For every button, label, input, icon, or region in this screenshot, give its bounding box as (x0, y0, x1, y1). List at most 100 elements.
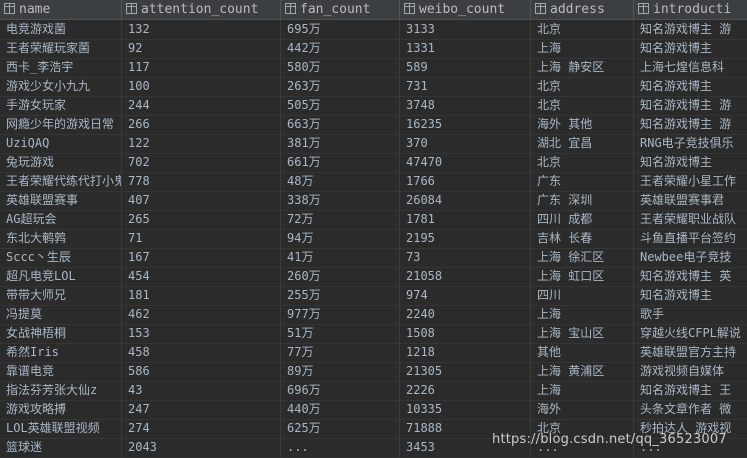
table-cell[interactable]: 英雄联盟赛事君 (634, 191, 747, 210)
table-cell[interactable]: 靠谱电竞 (0, 362, 122, 381)
table-cell[interactable]: 43 (122, 381, 281, 400)
table-cell[interactable]: 四川 (531, 286, 634, 305)
table-cell[interactable]: 586 (122, 362, 281, 381)
table-cell[interactable]: 1781 (400, 210, 531, 229)
table-cell[interactable]: 407 (122, 191, 281, 210)
table-cell[interactable]: 1766 (400, 172, 531, 191)
table-row[interactable]: 网瘾少年的游戏日常 266 663万 16235 海外 其他 知名游戏博主 游 (0, 115, 747, 135)
table-cell[interactable]: 977万 (281, 305, 400, 324)
table-cell[interactable]: 41万 (281, 248, 400, 267)
table-cell[interactable]: 游戏少女小九九 (0, 77, 122, 96)
table-cell[interactable]: 1508 (400, 324, 531, 343)
table-cell[interactable]: 255万 (281, 286, 400, 305)
table-row[interactable]: AG超玩会 265 72万 1781 四川 成都 王者荣耀职业战队 (0, 210, 747, 230)
table-cell[interactable]: 篮球迷 (0, 438, 122, 457)
table-cell[interactable]: 381万 (281, 134, 400, 153)
table-cell[interactable]: 580万 (281, 58, 400, 77)
table-cell[interactable]: 上海 宝山区 (531, 324, 634, 343)
table-row[interactable]: 女战神梧桐 153 51万 1508 上海 宝山区 穿越火线CFPL解说 (0, 324, 747, 344)
table-cell[interactable]: 153 (122, 324, 281, 343)
table-cell[interactable]: 10335 (400, 400, 531, 419)
table-row[interactable]: 英雄联盟赛事 407 338万 26084 广东 深圳 英雄联盟赛事君 (0, 191, 747, 211)
table-cell[interactable]: 王者荣耀代练代打小鬼 (0, 172, 122, 191)
table-cell[interactable]: 带带大师兄 (0, 286, 122, 305)
table-cell[interactable]: 72万 (281, 210, 400, 229)
table-row[interactable]: Sccc丶生辰 167 41万 73 上海 徐汇区 Newbee电子竞技 (0, 248, 747, 268)
table-cell[interactable]: 上海 虹口区 (531, 267, 634, 286)
table-cell[interactable]: 网瘾少年的游戏日常 (0, 115, 122, 134)
table-cell[interactable]: 370 (400, 134, 531, 153)
table-cell[interactable]: 头条文章作者 微 (634, 400, 747, 419)
table-cell[interactable]: 知名游戏博主 英 (634, 267, 747, 286)
table-cell[interactable]: 电竞游戏菌 (0, 20, 122, 39)
table-cell[interactable]: 122 (122, 134, 281, 153)
table-cell[interactable]: 北京 (531, 20, 634, 39)
table-cell[interactable]: 希然Iris (0, 343, 122, 362)
table-cell[interactable]: 斗鱼直播平台签约 (634, 229, 747, 248)
table-cell[interactable]: 663万 (281, 115, 400, 134)
table-cell[interactable]: 知名游戏博主 (634, 286, 747, 305)
table-cell[interactable]: 338万 (281, 191, 400, 210)
table-cell[interactable]: 兔玩游戏 (0, 153, 122, 172)
table-row[interactable]: 兔玩游戏 702 661万 47470 北京 知名游戏博主 (0, 153, 747, 173)
table-cell[interactable]: 指法芬芳张大仙z (0, 381, 122, 400)
table-cell[interactable]: 王者荣耀小星工作 (634, 172, 747, 191)
table-cell[interactable]: 广东 (531, 172, 634, 191)
table-cell[interactable]: 442万 (281, 39, 400, 58)
table-cell[interactable]: 263万 (281, 77, 400, 96)
table-cell[interactable]: 181 (122, 286, 281, 305)
table-cell[interactable]: AG超玩会 (0, 210, 122, 229)
column-header-name[interactable]: name (0, 0, 122, 19)
table-cell[interactable]: 游戏攻略搏 (0, 400, 122, 419)
table-row[interactable]: 靠谱电竞 586 89万 21305 上海 黄浦区 游戏视频自媒体 (0, 362, 747, 382)
table-cell[interactable]: 知名游戏博主 游 (634, 20, 747, 39)
table-cell[interactable]: 589 (400, 58, 531, 77)
table-cell[interactable]: 海外 (531, 400, 634, 419)
table-cell[interactable]: 71 (122, 229, 281, 248)
table-cell[interactable]: 440万 (281, 400, 400, 419)
table-row[interactable]: 带带大师兄 181 255万 974 四川 知名游戏博主 (0, 286, 747, 306)
table-cell[interactable]: 上海 (531, 39, 634, 58)
table-cell[interactable]: 3748 (400, 96, 531, 115)
table-cell[interactable]: 四川 成都 (531, 210, 634, 229)
table-cell[interactable]: 1331 (400, 39, 531, 58)
table-cell[interactable]: 知名游戏博主 游 (634, 96, 747, 115)
table-cell[interactable]: 51万 (281, 324, 400, 343)
table-cell[interactable]: 其他 (531, 343, 634, 362)
column-header-weibo-count[interactable]: weibo_count (400, 0, 531, 19)
table-cell[interactable]: 247 (122, 400, 281, 419)
table-cell[interactable]: 王者荣耀玩家菌 (0, 39, 122, 58)
table-cell[interactable]: 696万 (281, 381, 400, 400)
table-cell[interactable]: 广东 深圳 (531, 191, 634, 210)
table-cell[interactable]: 上海七煌信息科 (634, 58, 747, 77)
table-cell[interactable]: 湖北 宜昌 (531, 134, 634, 153)
table-cell[interactable]: 661万 (281, 153, 400, 172)
table-cell[interactable]: 702 (122, 153, 281, 172)
table-cell[interactable]: RNG电子竞技俱乐 (634, 134, 747, 153)
table-cell[interactable]: 2043 (122, 438, 281, 457)
table-cell[interactable]: 西卡_李浩宇 (0, 58, 122, 77)
table-cell[interactable]: 778 (122, 172, 281, 191)
table-cell[interactable]: 94万 (281, 229, 400, 248)
table-cell[interactable]: 1218 (400, 343, 531, 362)
table-cell[interactable]: 458 (122, 343, 281, 362)
table-cell[interactable]: Sccc丶生辰 (0, 248, 122, 267)
table-cell[interactable]: 21305 (400, 362, 531, 381)
table-cell[interactable]: 上海 黄浦区 (531, 362, 634, 381)
column-header-introduction[interactable]: introducti (634, 0, 747, 19)
table-cell[interactable]: 上海 静安区 (531, 58, 634, 77)
table-row[interactable]: 电竞游戏菌 132 695万 3133 北京 知名游戏博主 游 (0, 20, 747, 40)
table-cell[interactable]: 695万 (281, 20, 400, 39)
table-row[interactable]: 西卡_李浩宇 117 580万 589 上海 静安区 上海七煌信息科 (0, 58, 747, 78)
table-row[interactable]: 王者荣耀玩家菌 92 442万 1331 上海 知名游戏博主 (0, 39, 747, 59)
table-cell[interactable]: Newbee电子竞技 (634, 248, 747, 267)
table-cell[interactable]: 274 (122, 419, 281, 438)
table-cell[interactable]: 上海 (531, 305, 634, 324)
column-header-attention-count[interactable]: attention_count (122, 0, 281, 19)
table-cell[interactable]: 穿越火线CFPL解说 (634, 324, 747, 343)
table-cell[interactable]: 知名游戏博主 王 (634, 381, 747, 400)
table-cell[interactable]: 知名游戏博主 (634, 77, 747, 96)
table-cell[interactable]: LOL英雄联盟视频 (0, 419, 122, 438)
table-cell[interactable]: 132 (122, 20, 281, 39)
table-cell[interactable]: 游戏视频自媒体 (634, 362, 747, 381)
